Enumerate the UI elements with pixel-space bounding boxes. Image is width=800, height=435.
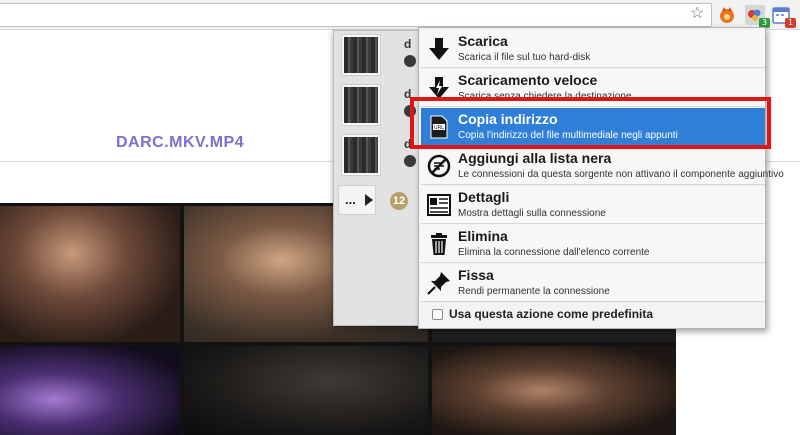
media-entry[interactable]: d xyxy=(334,131,420,181)
blacklist-icon xyxy=(426,153,452,179)
default-action-checkbox[interactable] xyxy=(432,309,443,320)
video-thumbnail[interactable] xyxy=(432,346,676,435)
fox-icon[interactable] xyxy=(717,5,737,25)
play-arrow-icon xyxy=(365,194,373,206)
browser-toolbar: ☆ 3 1 xyxy=(0,0,800,30)
default-action-row[interactable]: Usa questa azione come predefinita xyxy=(421,304,765,326)
menu-item-desc: Rendi permanente la connessione xyxy=(458,286,610,297)
video-thumbnail[interactable] xyxy=(0,206,180,342)
menu-item-desc: Scarica il file sul tuo hard-disk xyxy=(458,52,591,63)
address-bar[interactable] xyxy=(0,3,712,27)
media-name: d xyxy=(404,37,412,51)
media-thumbnail xyxy=(341,134,381,176)
extension-badge: 1 xyxy=(785,18,796,28)
menu-item-dettagli[interactable]: Dettagli Mostra dettagli sulla connessio… xyxy=(421,186,765,224)
calendar-icon[interactable]: 1 xyxy=(771,5,796,28)
menu-item-scarica[interactable]: Scarica Scarica il file sul tuo hard-dis… xyxy=(421,30,765,68)
trash-icon xyxy=(426,231,452,257)
menu-item-elimina[interactable]: Elimina Elimina la connessione dall'elen… xyxy=(421,225,765,263)
extension-popup: d d d ... 12 xyxy=(333,30,419,326)
menu-item-desc: Elimina la connessione dall'elenco corre… xyxy=(458,247,650,258)
menu-item-title: Scarica xyxy=(458,33,508,49)
media-thumbnail xyxy=(341,34,381,76)
menu-item-desc: Le connessioni da questa sorgente non at… xyxy=(458,169,784,180)
download-helper-icon[interactable]: 3 xyxy=(745,5,770,28)
context-menu: Scarica Scarica il file sul tuo hard-dis… xyxy=(418,27,784,329)
details-icon xyxy=(426,192,452,218)
file-title[interactable]: DARC.MKV.MP4 xyxy=(116,134,244,152)
menu-item-title: Elimina xyxy=(458,228,508,244)
menu-item-title: Aggiungi alla lista nera xyxy=(458,150,612,166)
highlight-frame xyxy=(410,97,771,149)
download-status-icon xyxy=(404,155,416,167)
video-thumbnail[interactable] xyxy=(184,346,428,435)
menu-item-lista-nera[interactable]: Aggiungi alla lista nera Le connessioni … xyxy=(421,147,784,185)
menu-item-fissa[interactable]: Fissa Rendi permanente la connessione xyxy=(421,264,765,302)
download-arrow-icon xyxy=(426,36,452,62)
default-action-label: Usa questa azione come predefinita xyxy=(449,307,654,321)
more-dots: ... xyxy=(345,192,356,207)
more-actions-button[interactable]: ... xyxy=(338,185,376,215)
media-thumbnail xyxy=(341,84,381,126)
media-entry[interactable]: d xyxy=(334,31,420,81)
download-status-icon xyxy=(404,55,416,67)
bookmark-star-icon[interactable]: ☆ xyxy=(690,5,706,23)
pin-icon xyxy=(426,270,452,296)
menu-item-title: Scaricamento veloce xyxy=(458,72,598,88)
menu-item-title: Dettagli xyxy=(458,189,510,205)
count-badge: 12 xyxy=(390,192,408,210)
menu-item-title: Fissa xyxy=(458,267,494,283)
menu-item-desc: Mostra dettagli sulla connessione xyxy=(458,208,606,219)
media-entry[interactable]: d xyxy=(334,81,420,131)
video-thumbnail[interactable] xyxy=(0,346,180,435)
screen: ☆ 3 1 DARC.MKV.MP4 d d d ... 12 Scarica … xyxy=(0,0,800,435)
